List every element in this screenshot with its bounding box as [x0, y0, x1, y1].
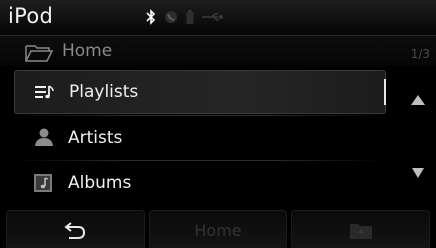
folder-icon: [25, 45, 53, 62]
list-item-playlists[interactable]: Playlists: [14, 70, 386, 114]
battery-icon: [186, 10, 194, 24]
list-item-label: Albums: [68, 173, 132, 193]
album-icon: [34, 174, 52, 192]
home-button-label: Home: [194, 221, 242, 240]
list-item-albums[interactable]: Albums: [14, 162, 386, 206]
playlist-icon: [35, 85, 54, 99]
bottom-toolbar: Home: [0, 210, 436, 248]
scroll-down-button[interactable]: [411, 167, 425, 179]
back-arrow-icon: [64, 222, 86, 239]
selection-marker: [384, 79, 386, 105]
list-item-artists[interactable]: Artists: [14, 117, 386, 161]
divider: [14, 115, 384, 116]
scroll-up-button[interactable]: [410, 94, 426, 106]
app-title: iPod: [8, 4, 54, 28]
usb-icon: [202, 13, 223, 21]
phone-icon: [165, 11, 177, 23]
folder-icon: [349, 224, 372, 239]
divider: [14, 160, 384, 161]
folder-button[interactable]: [291, 210, 431, 248]
artist-icon: [35, 128, 53, 146]
home-button[interactable]: Home: [148, 210, 288, 248]
page-count: 1/3: [410, 47, 430, 61]
status-icons: [146, 9, 224, 25]
status-bar: iPod: [0, 0, 436, 36]
back-button[interactable]: [6, 210, 145, 248]
list-item-label: Artists: [68, 128, 123, 148]
bluetooth-icon: [146, 9, 156, 25]
breadcrumb: Home: [62, 41, 113, 61]
list-item-label: Playlists: [69, 82, 139, 102]
